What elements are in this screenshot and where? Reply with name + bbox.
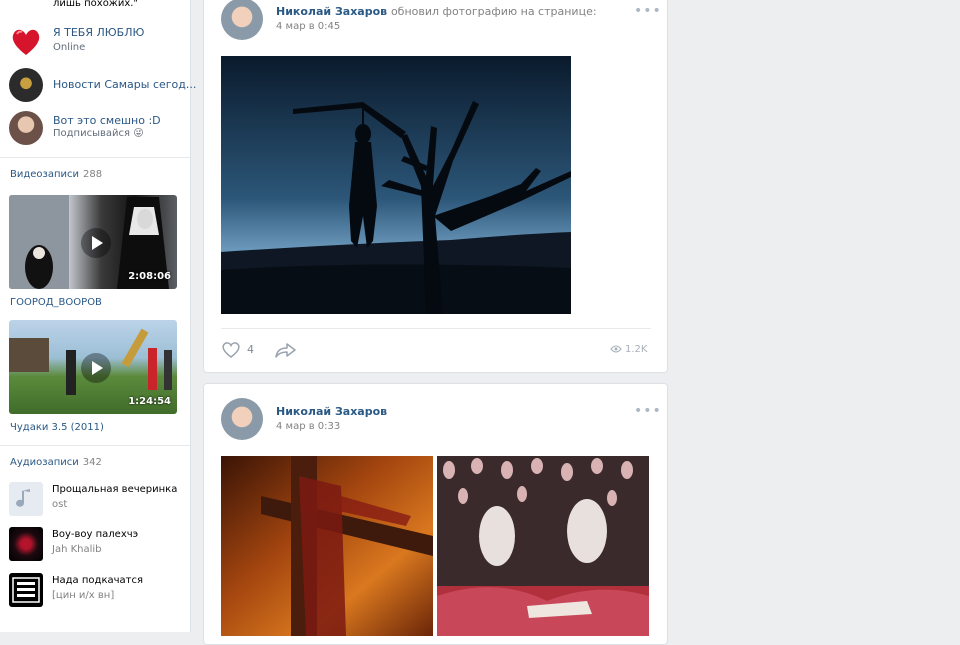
heart-icon: [9, 25, 43, 59]
videos-section-title[interactable]: Видеозаписи 288: [10, 169, 102, 180]
group-item-funny[interactable]: Вот это смешно :D Подписывайся 😜: [9, 111, 189, 145]
post-date[interactable]: 4 мар в 0:45: [276, 21, 340, 32]
audio-cover: [9, 527, 43, 561]
post-header: Николай Захаров обновил фотографию на ст…: [276, 5, 597, 18]
share-icon: [275, 343, 296, 358]
group-subtitle: Online: [53, 42, 86, 53]
music-note-icon: [9, 482, 43, 516]
play-icon: [81, 353, 111, 383]
post-card: Николай Захаров 4 мар в 0:33 •••: [203, 383, 668, 645]
audio-artist: [цин и/х вн]: [52, 590, 115, 601]
share-button[interactable]: [275, 341, 297, 363]
like-button[interactable]: [221, 341, 241, 363]
post-photo[interactable]: [437, 456, 649, 636]
audio-artist: ost: [52, 499, 68, 510]
group-title: Вот это смешно :D: [53, 114, 161, 127]
group-title: Я ТЕБЯ ЛЮБЛЮ: [53, 26, 145, 39]
author-avatar[interactable]: [221, 0, 263, 40]
video-duration: 2:08:06: [128, 271, 171, 282]
group-avatar: [9, 68, 43, 102]
audio-track-title: Воу-воу палехчэ: [52, 529, 139, 540]
audio-track-title: Нада подкачатся: [52, 575, 143, 586]
divider: [0, 157, 190, 158]
group-item-love[interactable]: Я ТЕБЯ ЛЮБЛЮ Online: [9, 25, 189, 59]
group-item-news[interactable]: Новости Самары сегод...: [9, 68, 196, 102]
video-title[interactable]: ГООРОД_ВООРОВ: [10, 297, 102, 308]
play-icon: [81, 228, 111, 258]
views-indicator: 1.2K: [610, 344, 647, 355]
divider: [221, 328, 651, 329]
videos-title: Видеозаписи: [10, 169, 80, 180]
audio-count: 342: [82, 457, 102, 468]
author-name[interactable]: Николай Захаров: [276, 405, 387, 418]
audio-item[interactable]: Нада подкачатся [цин и/х вн]: [9, 573, 189, 607]
video-title[interactable]: Чудаки 3.5 (2011): [10, 422, 104, 433]
group-avatar: [9, 111, 43, 145]
post-photo[interactable]: [221, 56, 571, 314]
post-date[interactable]: 4 мар в 0:33: [276, 421, 340, 432]
eye-icon: [610, 345, 622, 353]
divider: [0, 445, 190, 446]
author-name[interactable]: Николай Захаров: [276, 5, 387, 18]
post-action: обновил фотографию на странице:: [390, 5, 597, 18]
group-title: Новости Самары сегод...: [53, 78, 197, 91]
audio-cover: [9, 573, 43, 607]
truncated-text: лишь похожих.": [53, 0, 139, 9]
like-count: 4: [247, 343, 254, 356]
audio-item[interactable]: Прощальная вечеринка ost: [9, 482, 189, 516]
more-options-icon[interactable]: •••: [634, 403, 662, 419]
video-thumbnail[interactable]: 2:08:06: [9, 195, 177, 289]
audio-item[interactable]: Воу-воу палехчэ Jah Khalib: [9, 527, 189, 561]
video-thumbnail[interactable]: 1:24:54: [9, 320, 177, 414]
more-options-icon[interactable]: •••: [634, 3, 662, 19]
post-card: Николай Захаров обновил фотографию на ст…: [203, 0, 668, 373]
videos-count: 288: [83, 169, 103, 180]
audio-section-title[interactable]: Аудиозаписи 342: [10, 457, 102, 468]
audio-track-title: Прощальная вечеринка: [52, 484, 178, 495]
heart-outline-icon: [222, 342, 240, 358]
group-subtitle: Подписывайся 😜: [53, 128, 144, 139]
views-count: 1.2K: [625, 344, 648, 355]
audio-artist: Jah Khalib: [52, 544, 102, 555]
post-header: Николай Захаров: [276, 405, 387, 418]
author-avatar[interactable]: [221, 398, 263, 440]
video-duration: 1:24:54: [128, 396, 171, 407]
profile-left-column: лишь похожих." Я ТЕБЯ ЛЮБЛЮ Online Новос…: [0, 0, 196, 632]
audio-title: Аудиозаписи: [10, 457, 79, 468]
post-photo[interactable]: [221, 456, 433, 636]
